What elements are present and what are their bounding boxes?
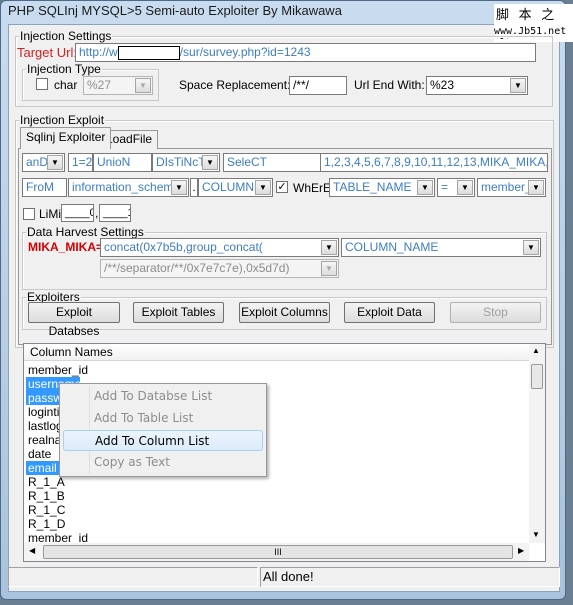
window-title: PHP SQLInj MYSQL>5 Semi-auto Exploiter B… — [8, 3, 342, 18]
where-column-combo[interactable]: TABLE_NAME ▼ — [329, 178, 435, 197]
char-label: char — [54, 78, 78, 92]
limit-checkbox[interactable] — [23, 208, 35, 220]
where-label: WhErE — [293, 181, 332, 195]
status-panel-left — [8, 567, 258, 587]
select-input[interactable]: SeleCT — [223, 153, 321, 172]
exploit-databases-button[interactable]: Exploit Databses — [28, 302, 120, 338]
and-combo[interactable]: anD ▼ — [22, 153, 65, 172]
limit-comma: , — [95, 206, 99, 220]
harvest-variable-label: MIKA_MIKA= — [28, 240, 104, 254]
space-replacement-input[interactable]: /**/ — [289, 76, 347, 95]
list-item[interactable]: R_1_A — [26, 475, 67, 489]
space-replacement-label: Space Replacement: — [179, 78, 291, 92]
char-checkbox[interactable] — [36, 78, 48, 90]
scroll-right-icon[interactable]: ▶ — [518, 546, 524, 555]
menu-item-add-column[interactable]: Add To Column List — [63, 430, 263, 451]
list-item[interactable]: date — [26, 447, 53, 461]
operator-combo[interactable]: = ▼ — [437, 178, 475, 197]
target-url-label: Target Url: — [17, 45, 77, 60]
table-combo[interactable]: COLUMNS ▼ — [198, 178, 273, 197]
menu-item-add-database[interactable]: Add To Databse List — [63, 386, 263, 407]
scroll-left-icon[interactable]: ◀ — [29, 546, 35, 555]
database-combo[interactable]: information_schema ▼ — [68, 178, 189, 197]
from-input[interactable]: FroM — [22, 178, 67, 197]
where-checkbox[interactable]: ✓ — [276, 181, 288, 193]
list-item[interactable]: R_1_B — [26, 489, 67, 503]
chevron-down-icon: ▼ — [510, 78, 526, 93]
limit-label: LiMi — [39, 207, 62, 221]
url-end-label: Url End With: — [354, 78, 425, 92]
scroll-down-icon[interactable]: ▼ — [532, 530, 540, 539]
exploit-data-button[interactable]: Exploit Data — [344, 302, 435, 323]
quote-combo[interactable]: %27 ▼ — [83, 76, 153, 95]
harvest-expression-combo[interactable]: concat(0x7b5b,group_concat(▼ — [100, 238, 339, 257]
menu-item-add-table[interactable]: Add To Table List — [63, 408, 263, 429]
condition-input[interactable]: 1=2 — [68, 153, 93, 172]
distinct-combo[interactable]: DIsTiNcT ▼ — [152, 153, 220, 172]
scroll-thumb[interactable]: III — [43, 545, 513, 559]
exploit-tables-button[interactable]: Exploit Tables — [133, 302, 224, 323]
where-value-combo[interactable]: member_a ▼ — [477, 178, 546, 197]
horizontal-scrollbar[interactable]: ◀ III ▶ — [24, 543, 529, 561]
limit-start-input[interactable]: ____0 — [61, 204, 94, 222]
limit-count-input[interactable]: ____1 — [99, 204, 131, 222]
list-item[interactable]: member_id — [26, 363, 90, 377]
list-header[interactable]: Column Names — [24, 344, 529, 361]
chevron-down-icon: ▼ — [135, 78, 151, 93]
stop-button[interactable]: Stop — [450, 302, 541, 323]
list-item[interactable]: R_1_D — [26, 517, 67, 531]
target-url-input[interactable]: http://w/sur/survey.php?id=1243 — [75, 43, 536, 62]
menu-item-copy-text[interactable]: Copy as Text — [63, 452, 263, 473]
scroll-up-icon[interactable]: ▲ — [532, 346, 540, 355]
context-menu: Add To Databse List Add To Table List Ad… — [59, 383, 267, 477]
harvest-suffix-combo[interactable]: /**/separator/**/0x7e7c7e),0x5d7d) ▼ — [100, 259, 339, 278]
union-input[interactable]: UnioN — [93, 153, 152, 172]
harvest-field-combo[interactable]: COLUMN_NAME ▼ — [341, 238, 541, 257]
list-item[interactable]: R_1_C — [26, 503, 67, 517]
tab-sqlinj-exploiter[interactable]: Sqlinj Exploiter — [20, 127, 112, 149]
scroll-thumb[interactable] — [531, 364, 543, 389]
exploit-columns-button[interactable]: Exploit Columns — [239, 302, 330, 323]
vertical-scrollbar[interactable]: ▲ ▼ — [529, 344, 545, 543]
dot-separator: . — [190, 178, 198, 197]
fields-input[interactable]: 1,2,3,4,5,6,7,8,9,10,11,12,13,MIKA_MIKA,… — [320, 153, 548, 172]
url-end-combo[interactable]: %23 ▼ — [426, 76, 528, 95]
status-text: All done! — [260, 567, 560, 587]
